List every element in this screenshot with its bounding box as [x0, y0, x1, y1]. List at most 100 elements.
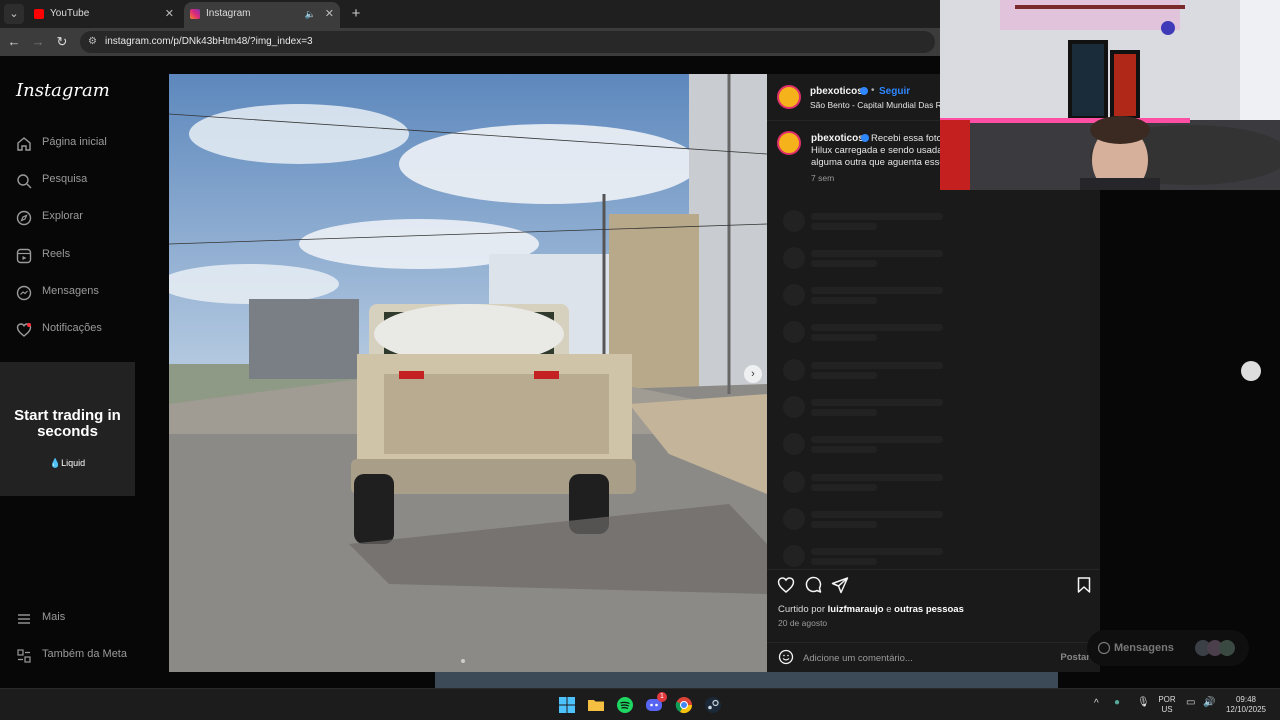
post-date[interactable]: 20 de agosto: [778, 618, 827, 628]
comment-skeleton: [783, 396, 953, 418]
close-post-button[interactable]: [1241, 361, 1261, 381]
tab-title: YouTube: [50, 8, 90, 19]
instagram-icon: [190, 9, 200, 19]
address-toolbar: ← → ↻ ⚙ instagram.com/p/DNk43bHtm48/?img…: [0, 28, 940, 56]
new-tab-button[interactable]: +: [346, 4, 366, 24]
messages-pill[interactable]: Mensagens: [1087, 630, 1249, 666]
sidebar-item-reels[interactable]: Reels: [16, 244, 156, 268]
region-code: US: [1161, 705, 1173, 714]
volume-icon[interactable]: 🔊: [1203, 698, 1215, 708]
tray-app-icon[interactable]: ●: [1114, 698, 1120, 708]
youtube-icon: [34, 9, 44, 19]
forward-icon[interactable]: →: [28, 32, 48, 52]
tab-title: Instagram: [206, 8, 251, 19]
spotify-icon[interactable]: [616, 696, 634, 714]
post-time: 7 sem: [811, 173, 835, 183]
sidebar-item-search[interactable]: Pesquisa: [16, 169, 156, 193]
ad-brand-name: Liquid: [61, 458, 86, 468]
file-explorer-icon[interactable]: [587, 696, 605, 714]
avatar[interactable]: [777, 131, 801, 155]
sidebar-item-also-from-meta[interactable]: Também da Meta: [16, 644, 156, 668]
tab-youtube[interactable]: YouTube ✕: [28, 2, 180, 28]
verified-badge-icon: [861, 134, 869, 142]
tab-search-button[interactable]: ⌄: [4, 4, 24, 24]
like-heart-icon[interactable]: [777, 576, 795, 594]
chevron-up-icon[interactable]: ^: [1094, 699, 1099, 709]
sidebar-item-home[interactable]: Página inicial: [16, 132, 156, 156]
back-icon[interactable]: ←: [4, 32, 24, 52]
caption-line: alguma outra que aguenta esse: [811, 157, 945, 168]
sidebar-item-notifications[interactable]: Notificações: [16, 318, 156, 342]
ad-brand: 💧Liquid: [49, 458, 86, 468]
clock-date: 12/10/2025: [1225, 705, 1267, 714]
post-comment-button[interactable]: Postar: [1060, 652, 1090, 663]
post-location[interactable]: São Bento - Capital Mundial Das Redes: [810, 100, 960, 110]
comment-skeleton: [783, 471, 953, 493]
carousel-next-button[interactable]: ›: [744, 365, 762, 383]
address-bar[interactable]: ⚙ instagram.com/p/DNk43bHtm48/?img_index…: [80, 31, 935, 53]
ad-banner[interactable]: Start trading in seconds 💧Liquid: [0, 362, 135, 496]
comment-skeleton: [783, 433, 953, 455]
instagram-logo[interactable]: Instagram: [16, 80, 110, 101]
chrome-icon[interactable]: [675, 696, 693, 714]
network-icon[interactable]: ▭: [1186, 698, 1195, 708]
sidebar-item-label: Mais: [42, 611, 66, 623]
sidebar-item-messages[interactable]: Mensagens: [16, 281, 156, 305]
messenger-icon: [1097, 641, 1111, 655]
pickup-truck-photo: [169, 74, 767, 672]
liked-and: e: [886, 604, 892, 615]
share-icon[interactable]: [831, 576, 849, 594]
background-page-strip: [435, 672, 1058, 688]
sidebar-item-label: Também da Meta: [42, 648, 127, 660]
comment-skeleton: [783, 359, 953, 381]
language-code: POR: [1158, 695, 1176, 704]
heart-icon: [16, 323, 32, 337]
post-username[interactable]: pbexoticos: [810, 86, 863, 97]
caption-username[interactable]: pbexoticos: [811, 133, 864, 144]
post-image[interactable]: [169, 74, 767, 672]
notification-badge: 1: [657, 692, 667, 702]
close-icon[interactable]: ✕: [165, 2, 174, 26]
clock-time: 09:48: [1235, 695, 1257, 704]
microphone-icon[interactable]: 🎙: [1137, 698, 1150, 708]
tab-instagram[interactable]: Instagram 🔈 ✕: [184, 2, 340, 28]
discord-taskbar-item[interactable]: 1: [645, 692, 667, 714]
compass-icon: [16, 210, 32, 226]
reload-icon[interactable]: ↻: [52, 32, 72, 52]
bookmark-icon[interactable]: [1075, 576, 1093, 594]
comment-skeleton: [783, 508, 953, 530]
site-info-icon[interactable]: ⚙: [88, 31, 97, 53]
url-text[interactable]: instagram.com/p/DNk43bHtm48/?img_index=3: [105, 31, 313, 53]
sidebar-item-label: Explorar: [42, 210, 83, 222]
comment-icon[interactable]: [804, 576, 822, 594]
menu-icon: [18, 614, 30, 624]
comment-input[interactable]: [803, 650, 1043, 666]
liked-others-link[interactable]: outras pessoas: [894, 604, 964, 615]
clock[interactable]: 09:48 12/10/2025: [1222, 695, 1270, 715]
comment-skeleton: [783, 210, 953, 232]
webcam-feed: [940, 0, 1280, 190]
windows-start-icon[interactable]: [558, 696, 576, 714]
caption-line: Recebi essa foto: [871, 133, 942, 144]
avatar: [1219, 640, 1235, 656]
steam-icon[interactable]: [704, 696, 722, 714]
sidebar-item-more[interactable]: Mais: [16, 607, 156, 631]
reels-icon: [16, 248, 32, 264]
liked-prefix: Curtido por: [778, 604, 825, 615]
carousel-indicator: [461, 659, 465, 663]
sidebar-item-explore[interactable]: Explorar: [16, 206, 156, 230]
speaker-icon[interactable]: 🔈: [305, 2, 316, 26]
emoji-icon[interactable]: [778, 649, 794, 665]
messages-pill-label: Mensagens: [1114, 642, 1174, 654]
input-language[interactable]: POR US: [1156, 695, 1178, 715]
sidebar-item-label: Mensagens: [42, 285, 99, 297]
verified-badge-icon: [860, 87, 868, 95]
sidebar-item-label: Pesquisa: [42, 173, 88, 185]
comment-skeleton: [783, 545, 953, 567]
divider: [767, 569, 1100, 570]
close-icon[interactable]: ✕: [325, 2, 334, 26]
sidebar-item-label: Página inicial: [42, 136, 107, 148]
liked-user-link[interactable]: luizfmaraujo: [828, 604, 884, 615]
follow-button[interactable]: Seguir: [879, 86, 910, 97]
avatar[interactable]: [777, 85, 801, 109]
